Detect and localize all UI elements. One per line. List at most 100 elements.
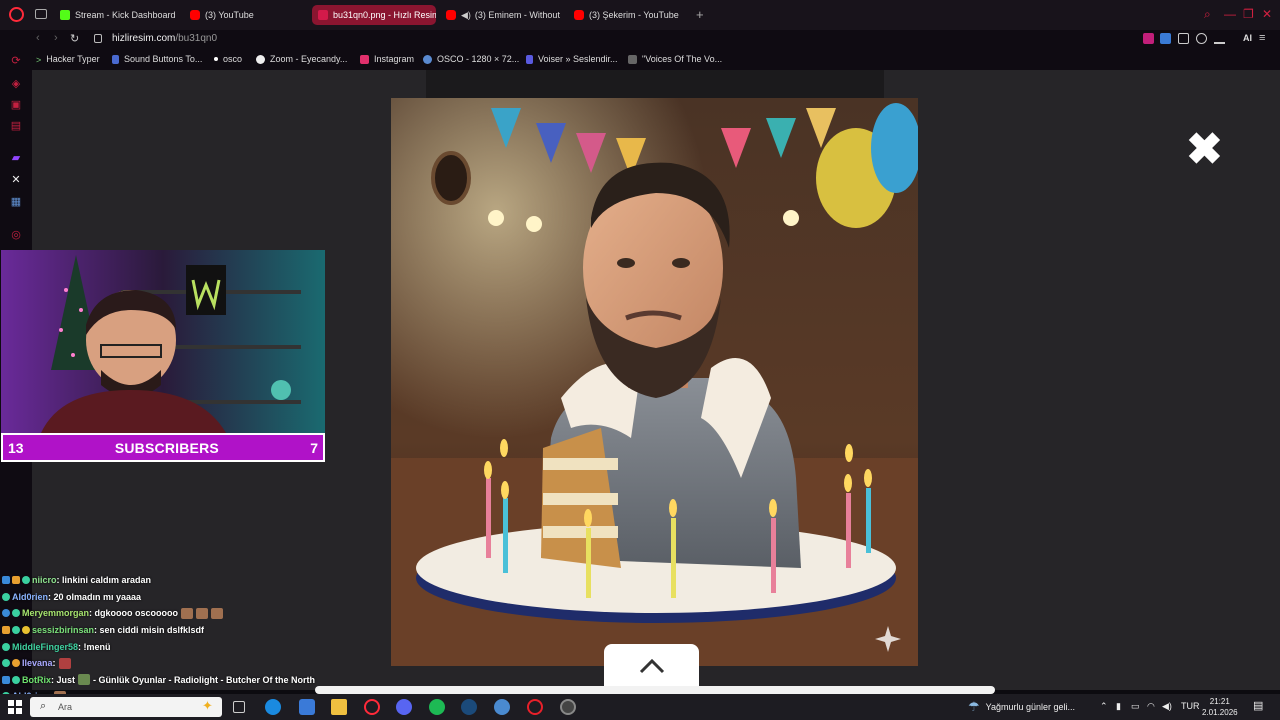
badge-icon [2,659,10,668]
x-twitter-icon[interactable]: ✕ [10,174,22,186]
speaker-icon[interactable]: ◀) [461,10,471,21]
app-icon[interactable] [299,699,315,715]
volume-icon[interactable]: ◀) [1162,701,1172,712]
clock[interactable]: 21:21 2.01.2026 [1202,696,1238,718]
aria-icon[interactable]: ⟳ [10,55,22,67]
weather-widget[interactable]: ☂ Yağmurlu günler geli... [968,699,1075,715]
opera-logo-icon[interactable] [9,7,24,22]
maximize-icon[interactable]: ❐ [1243,7,1254,21]
player-icon[interactable]: ▤ [10,120,22,132]
language-indicator[interactable]: TUR [1181,701,1200,711]
close-window-icon[interactable]: ✕ [1262,7,1272,21]
emote-icon [196,607,209,619]
spotify-icon[interactable] [429,699,445,715]
obs-icon[interactable] [560,699,576,715]
tab-kick-dashboard[interactable]: Stream - Kick Dashboard [56,5,184,25]
subscribers-counter: 13 SUBSCRIBERS 7 [1,433,325,462]
badge-icon [12,659,20,668]
shopping-bag-icon[interactable]: ◈ [10,78,22,90]
menu-icon[interactable]: ≡ [1259,32,1265,44]
badge-icon [2,576,10,585]
browser-tab-bar: Stream - Kick Dashboard (3) YouTube bu31… [0,0,1280,30]
bookmark-sound-buttons[interactable]: Sound Buttons To... [112,54,202,64]
bookmark-voices-of-the-void[interactable]: "Voices Of The Vo... [628,54,722,64]
show-hidden-icons-icon[interactable]: ⌃ [1100,701,1108,712]
close-viewer-icon[interactable]: ✖ [1186,128,1223,172]
workspaces-icon[interactable] [35,9,47,19]
notifications-icon[interactable]: ▤ [1253,699,1263,712]
stream-chat: niicro : linkini caldım aradan Ald0rien … [2,572,332,705]
rain-cloud-icon: ☂ [968,699,980,714]
wifi-icon[interactable]: ◠ [1147,701,1155,712]
app-icon[interactable] [494,699,510,715]
sound-bars-icon [112,54,119,64]
extension-icon[interactable] [1143,33,1154,44]
chat-username: Ald0rien [12,591,49,602]
image-icon [318,10,328,20]
bookmark-osco[interactable]: osco [214,54,242,64]
search-tabs-icon[interactable]: ⌕ [1204,7,1211,22]
minimize-icon[interactable]: — [1224,7,1236,21]
youtube-icon [574,10,584,20]
chat-message: MiddleFinger58 : !menü [2,638,332,655]
tab-hizliresim[interactable]: bu31qn0.png - Hızlı Resim [312,5,436,25]
download-icon[interactable] [1214,33,1225,44]
translate-extension-icon[interactable] [1160,33,1171,44]
network-icon[interactable]: ▭ [1131,701,1140,712]
tab-eminem[interactable]: ◀) (3) Eminem - Without [442,5,560,25]
chat-message: Ald0rien : 20 olmadın mı yaaaa [2,589,332,606]
sparkle-icon: ✦ [202,698,213,713]
terminal-icon: > [36,54,42,65]
bookmark-voiser[interactable]: Voiser » Seslendir... [526,54,618,64]
steam-icon[interactable] [461,699,477,715]
chat-text-continued: - Günlük Oyunlar - Radiolight - Butcher … [93,674,316,685]
file-explorer-icon[interactable] [331,699,347,715]
taskbar-search[interactable]: ⌕ Ara ✦ [30,697,222,717]
task-view-icon[interactable] [233,701,245,713]
reload-icon[interactable]: ↻ [70,32,79,45]
badge-icon [12,609,20,618]
bookmark-zoom-eyecandy[interactable]: Zoom - Eyecandy... [256,54,347,64]
zoom-icon [256,54,265,64]
address-bar: ‹ › ↻ hizliresim.com/bu31qn0 AI ≡ [0,30,1280,50]
birthday-cake-image [391,98,918,666]
emote-icon [211,607,224,619]
bookmarks-bar: > Hacker Typer Sound Buttons To... osco Z… [0,50,1280,70]
viewer-top-strip [426,70,884,98]
back-icon[interactable]: ‹ [36,32,40,44]
extensions-puzzle-icon[interactable] [1178,33,1189,44]
tab-youtube[interactable]: (3) YouTube [186,5,306,25]
lock-icon [94,34,102,43]
tab-sekerim[interactable]: (3) Şekerim - YouTube [570,5,690,25]
chat-username: niicro [32,575,57,586]
microphone-icon[interactable]: ▮ [1116,701,1121,712]
forward-icon[interactable]: › [54,32,58,44]
discord-icon[interactable] [396,699,412,715]
chat-username: BotRix [22,674,51,685]
chat-text: : linkini caldım aradan [56,575,152,586]
chat-text: : [52,658,56,669]
bookmark-osco-image[interactable]: OSCO - 1280 × 72... [423,54,519,64]
opera-icon[interactable] [527,699,543,715]
windows-start-icon[interactable] [8,700,22,714]
opera-gx-icon[interactable] [364,699,380,715]
badge-icon [2,592,10,601]
twitch-icon[interactable]: ▰ [10,152,22,164]
chat-text: : Just [51,674,76,685]
vpn-icon[interactable] [1196,33,1207,44]
badge-icon [12,675,20,684]
bookmark-hacker-typer[interactable]: > Hacker Typer [36,54,100,65]
badge-icon [22,626,30,635]
new-tab-plus-icon[interactable]: + [696,7,704,22]
history-icon[interactable]: ◎ [10,229,22,241]
ai-button[interactable]: AI [1243,33,1252,43]
search-icon: ⌕ [40,700,47,712]
vk-icon[interactable]: ▦ [10,196,22,208]
messenger-icon[interactable]: ▣ [10,99,22,111]
cake-illustration [391,98,918,666]
scroll-up-button[interactable] [604,644,699,690]
edge-icon[interactable] [265,699,281,715]
url-field[interactable]: hizliresim.com/bu31qn0 [112,33,217,44]
bookmark-instagram[interactable]: Instagram [360,54,414,64]
screen: Stream - Kick Dashboard (3) YouTube bu31… [0,0,1280,720]
